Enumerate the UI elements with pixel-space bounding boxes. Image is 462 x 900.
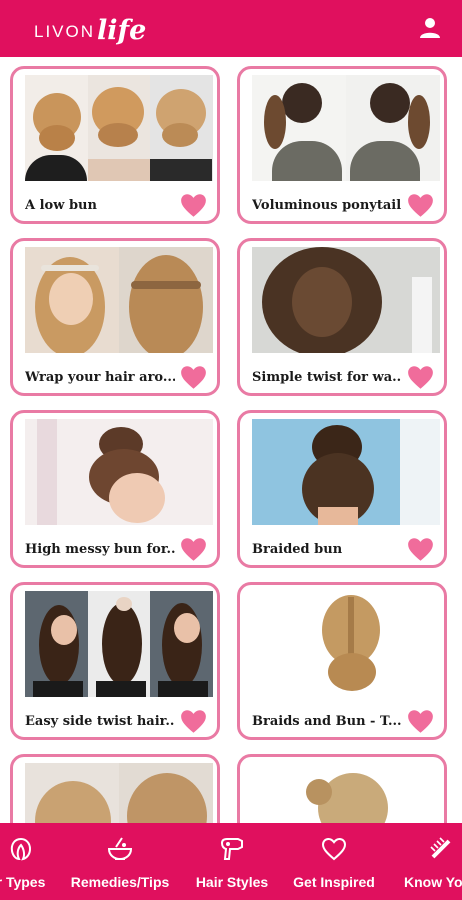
hairstyle-card[interactable]	[10, 754, 220, 823]
heart-outline-icon	[321, 837, 347, 861]
hairstyle-title: Simple twist for wa...	[252, 370, 402, 385]
nav-label: Hair Styles	[195, 874, 269, 890]
hairstyle-card[interactable]: Wrap your hair aro...	[10, 238, 220, 396]
hairstyle-title: Braids and Bun - T...	[252, 714, 402, 729]
hairstyle-image	[25, 763, 213, 823]
hairstyle-image	[25, 247, 213, 353]
nav-label: Know You	[404, 874, 462, 890]
nav-hair-styles[interactable]: Hair Styles	[186, 823, 278, 900]
hairstyle-image	[252, 591, 440, 697]
hairstyle-image	[25, 75, 213, 181]
hairstyle-card[interactable]: Voluminous ponytail	[237, 66, 447, 224]
hairstyle-card[interactable]	[237, 754, 447, 823]
nav-get-inspired[interactable]: Get Inspired	[286, 823, 382, 900]
app-header: LIVON life	[0, 0, 462, 57]
hairstyle-image	[252, 419, 440, 525]
hairstyle-card[interactable]: Easy side twist hair...	[10, 582, 220, 740]
remedies-bowl-icon	[107, 837, 133, 861]
comb-icon	[430, 837, 451, 859]
bottom-navigation: r Types Remedies/Tips Hair Styles Get In…	[0, 823, 462, 900]
heart-icon[interactable]	[407, 193, 434, 218]
hairstyle-title: High messy bun for...	[25, 542, 175, 557]
heart-icon[interactable]	[407, 537, 434, 562]
user-icon[interactable]	[418, 16, 442, 40]
hairstyle-image	[25, 419, 213, 525]
nav-label: Remedies/Tips	[70, 874, 170, 890]
hairstyle-card[interactable]: Braided bun	[237, 410, 447, 568]
hairstyle-image	[252, 763, 440, 823]
heart-icon[interactable]	[180, 709, 207, 734]
logo-life-text: life	[97, 15, 147, 46]
nav-know-your[interactable]: Know You	[396, 823, 462, 900]
livon-life-logo[interactable]: LIVON life	[34, 14, 146, 46]
nav-label: Get Inspired	[293, 874, 375, 890]
hairstyle-image	[252, 247, 440, 353]
hairstyle-grid: A low bun Voluminous ponytail Wrap your …	[0, 57, 462, 823]
hairstyle-card[interactable]: Simple twist for wa...	[237, 238, 447, 396]
hairstyle-card[interactable]: A low bun	[10, 66, 220, 224]
heart-icon[interactable]	[180, 193, 207, 218]
heart-icon[interactable]	[407, 365, 434, 390]
logo-livon-text: LIVON	[34, 22, 96, 41]
heart-icon[interactable]	[180, 365, 207, 390]
heart-icon[interactable]	[180, 537, 207, 562]
hairstyle-image	[252, 75, 440, 181]
nav-remedies-tips[interactable]: Remedies/Tips	[64, 823, 176, 900]
hairstyle-title: Easy side twist hair...	[25, 714, 175, 729]
hairstyle-title: Wrap your hair aro...	[25, 370, 175, 385]
hairstyle-title: A low bun	[25, 198, 97, 213]
hairstyle-card[interactable]: Braids and Bun - T...	[237, 582, 447, 740]
hairstyle-card[interactable]: High messy bun for...	[10, 410, 220, 568]
hairstyle-title: Braided bun	[252, 542, 343, 557]
hairstyle-image	[25, 591, 213, 697]
heart-icon[interactable]	[407, 709, 434, 734]
hairstyle-title: Voluminous ponytail	[252, 198, 402, 213]
hair-types-icon	[10, 837, 32, 861]
hair-dryer-icon	[220, 838, 243, 860]
